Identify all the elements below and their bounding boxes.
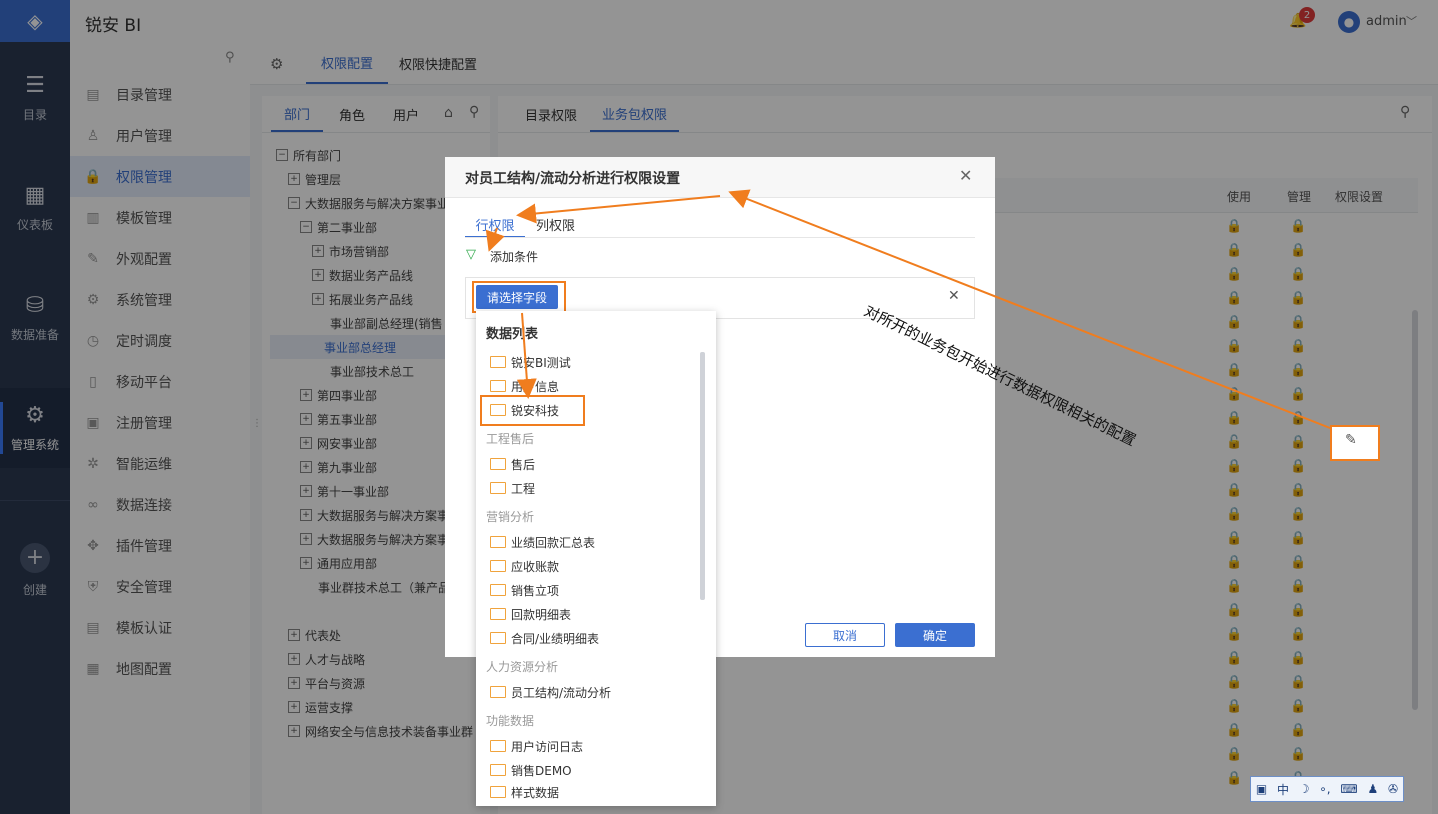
person-icon[interactable]: ♟ [1367, 782, 1378, 796]
ime-logo-icon: ▣ [1255, 782, 1268, 796]
ime-mode[interactable]: 中 [1277, 781, 1289, 798]
annotation-arrows [485, 189, 1331, 429]
moon-icon[interactable]: ☽ [1299, 782, 1310, 796]
punctuation-icon[interactable]: ∘, [1319, 782, 1330, 796]
keyboard-icon[interactable]: ⌨ [1340, 782, 1357, 796]
wrench-icon[interactable]: ✇ [1388, 782, 1398, 796]
ime-toolbar[interactable]: ▣ 中 ☽ ∘, ⌨ ♟ ✇ [1250, 776, 1404, 802]
